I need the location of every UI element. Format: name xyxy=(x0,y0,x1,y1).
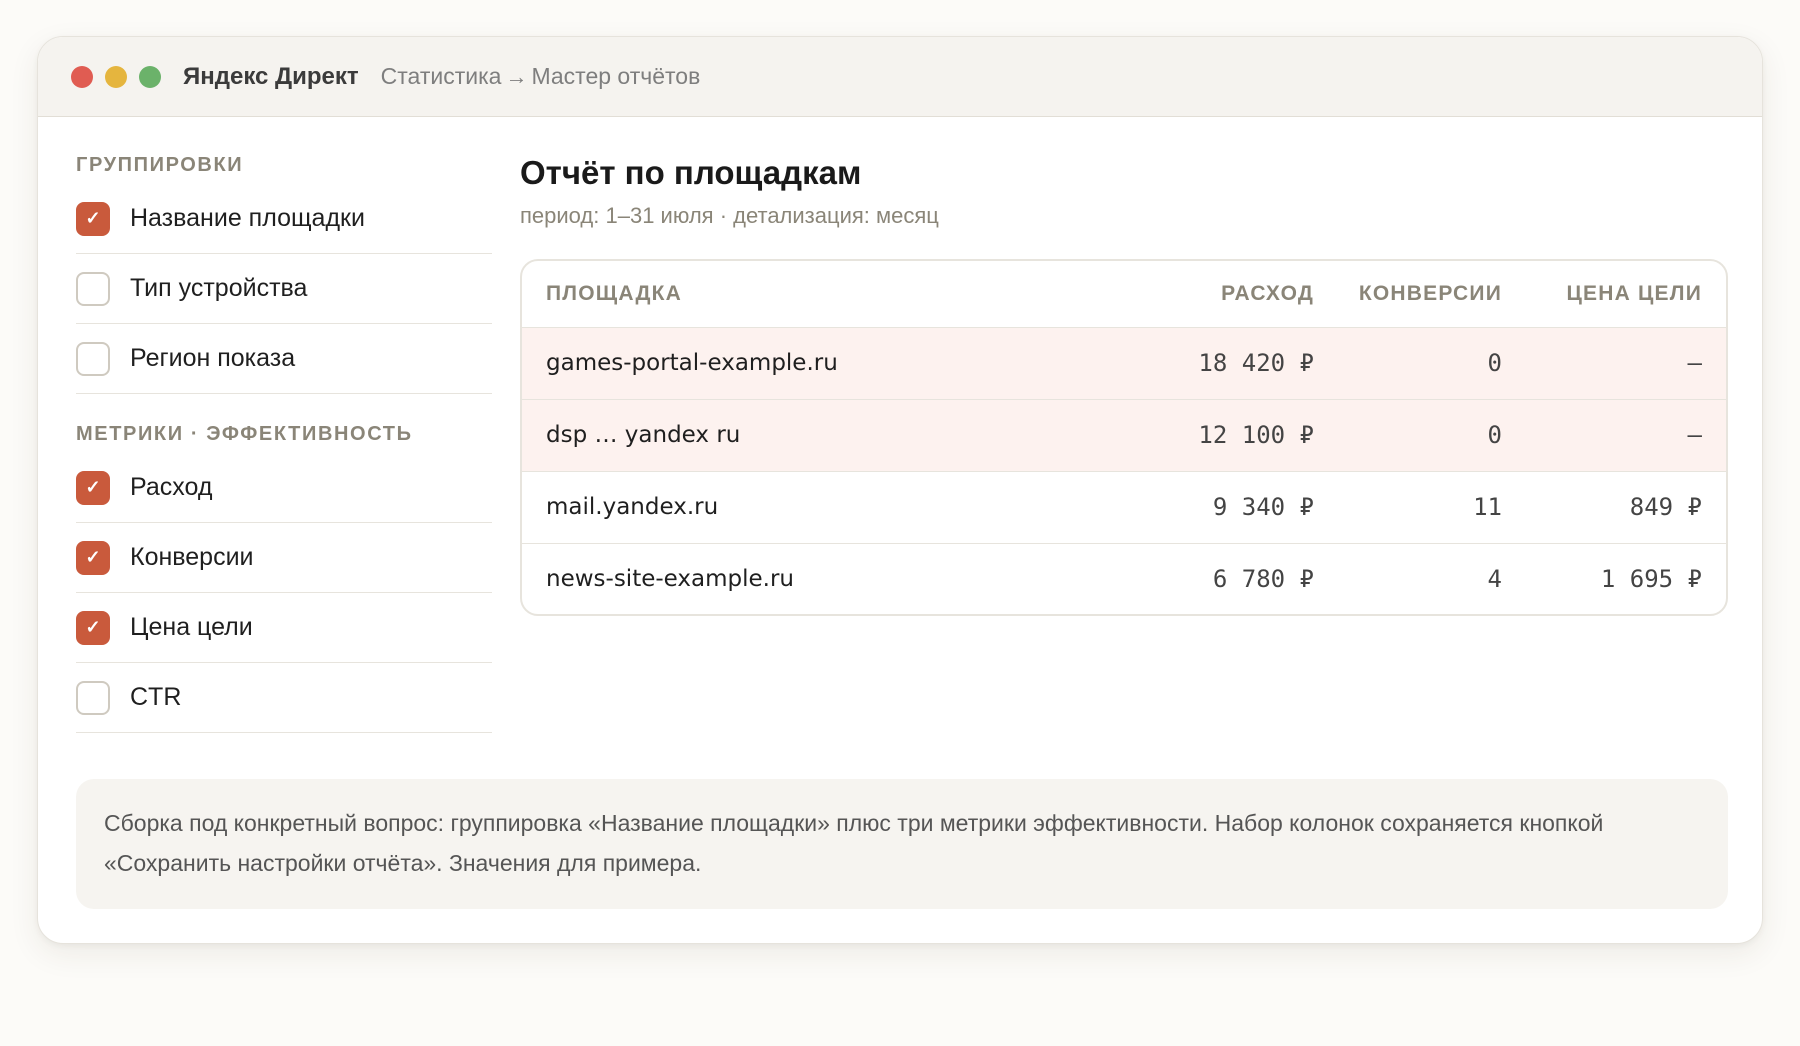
cell-cost: 6 780 ₽ xyxy=(1212,564,1314,593)
cell-goal-price: 849 ₽ xyxy=(1526,471,1726,544)
maximize-window-button[interactable] xyxy=(139,65,161,88)
grouping-option[interactable]: ✓ Название площадки xyxy=(76,184,492,254)
settings-sidebar: ГРУППИРОВКИ ✓ Название площадки Тип устр… xyxy=(76,117,492,733)
grouping-checkbox-checked[interactable]: ✓ xyxy=(76,201,110,236)
table-row[interactable]: games-portal-example.ru 18 420 ₽ 0 — xyxy=(522,327,1726,400)
cell-site: mail.yandex.ru xyxy=(522,471,1136,544)
table-row[interactable]: news-site-example.ru 6 780 ₽ 4 1 695 ₽ xyxy=(522,543,1726,614)
app-window: Яндекс Директ Статистика → Мастер отчёто… xyxy=(37,36,1763,944)
cell-conversions: 0 xyxy=(1336,327,1526,400)
column-header-cost[interactable]: РАСХОД xyxy=(1136,261,1336,328)
column-header-goal-price[interactable]: ЦЕНА ЦЕЛИ xyxy=(1526,261,1726,328)
cell-conversions: 0 xyxy=(1336,399,1526,472)
grouping-label: Регион показа xyxy=(130,344,296,372)
metric-option[interactable]: ✓ Конверсии xyxy=(76,523,492,593)
breadcrumb: Статистика → Мастер отчётов xyxy=(381,63,701,90)
table-row[interactable]: mail.yandex.ru 9 340 ₽ 11 849 ₽ xyxy=(522,471,1726,544)
table-header-row: ПЛОЩАДКА РАСХОД КОНВЕРСИИ ЦЕНА ЦЕЛИ xyxy=(522,261,1726,328)
report-table: ПЛОЩАДКА РАСХОД КОНВЕРСИИ ЦЕНА ЦЕЛИ game… xyxy=(520,259,1728,616)
metric-label: Цена цели xyxy=(130,613,253,641)
cell-conversions: 4 xyxy=(1487,564,1502,593)
cell-goal-price: — xyxy=(1526,327,1726,400)
minimize-window-button[interactable] xyxy=(105,65,127,88)
grouping-checkbox[interactable] xyxy=(76,271,110,306)
cell-cost: 12 100 ₽ xyxy=(1136,399,1336,472)
cell-cost: 18 420 ₽ xyxy=(1136,327,1336,400)
metric-checkbox[interactable] xyxy=(76,680,110,715)
metric-option[interactable]: ✓ Цена цели xyxy=(76,593,492,663)
title-bar: Яндекс Директ Статистика → Мастер отчёто… xyxy=(38,37,1762,117)
report-subtitle: период: 1–31 июля · детализация: месяц xyxy=(520,203,939,228)
metric-label: Расход xyxy=(130,473,213,501)
grouping-option[interactable]: Тип устройства xyxy=(76,254,492,324)
column-header-site[interactable]: ПЛОЩАДКА xyxy=(522,261,1136,328)
cell-goal-price: 1 695 ₽ xyxy=(1600,564,1702,593)
metrics-title: МЕТРИКИ · ЭФФЕКТИВНОСТЬ xyxy=(76,423,413,445)
groupings-list: ✓ Название площадки Тип устройства Регио… xyxy=(76,184,492,394)
metric-checkbox-checked[interactable]: ✓ xyxy=(76,540,110,575)
groupings-title: ГРУППИРОВКИ xyxy=(76,154,244,176)
cell-cost: 9 340 ₽ xyxy=(1136,471,1336,544)
app-title: Яндекс Директ xyxy=(183,62,359,90)
info-note: Сборка под конкретный вопрос: группировк… xyxy=(76,779,1728,909)
arrow-right-icon: → xyxy=(505,63,528,89)
cell-goal-price: — xyxy=(1526,399,1726,472)
metric-label: CTR xyxy=(130,683,182,711)
report-panel: Отчёт по площадкам период: 1–31 июля · д… xyxy=(520,117,1728,616)
grouping-option[interactable]: Регион показа xyxy=(76,324,492,394)
breadcrumb-current: Мастер отчётов xyxy=(531,63,701,89)
cell-site: news-site-example.ru xyxy=(546,565,795,592)
column-header-conversions[interactable]: КОНВЕРСИИ xyxy=(1336,261,1526,328)
breadcrumb-parent[interactable]: Статистика xyxy=(381,63,502,90)
metric-option[interactable]: CTR xyxy=(76,663,492,733)
metric-checkbox-checked[interactable]: ✓ xyxy=(76,610,110,645)
close-window-button[interactable] xyxy=(71,65,93,88)
grouping-label: Название площадки xyxy=(130,204,365,232)
grouping-label: Тип устройства xyxy=(130,274,308,302)
table-row[interactable]: dsp … yandex ru 12 100 ₽ 0 — xyxy=(522,399,1726,472)
report-title: Отчёт по площадкам xyxy=(520,154,862,191)
cell-site: games-portal-example.ru xyxy=(522,327,1136,400)
metric-option[interactable]: ✓ Расход xyxy=(76,453,492,523)
metric-label: Конверсии xyxy=(130,543,254,571)
cell-conversions: 11 xyxy=(1336,471,1526,544)
metric-checkbox-checked[interactable]: ✓ xyxy=(76,470,110,505)
grouping-checkbox[interactable] xyxy=(76,341,110,376)
metrics-list: ✓ Расход ✓ Конверсии ✓ Цена цели CTR xyxy=(76,453,492,733)
cell-site: dsp … yandex ru xyxy=(522,399,1136,472)
